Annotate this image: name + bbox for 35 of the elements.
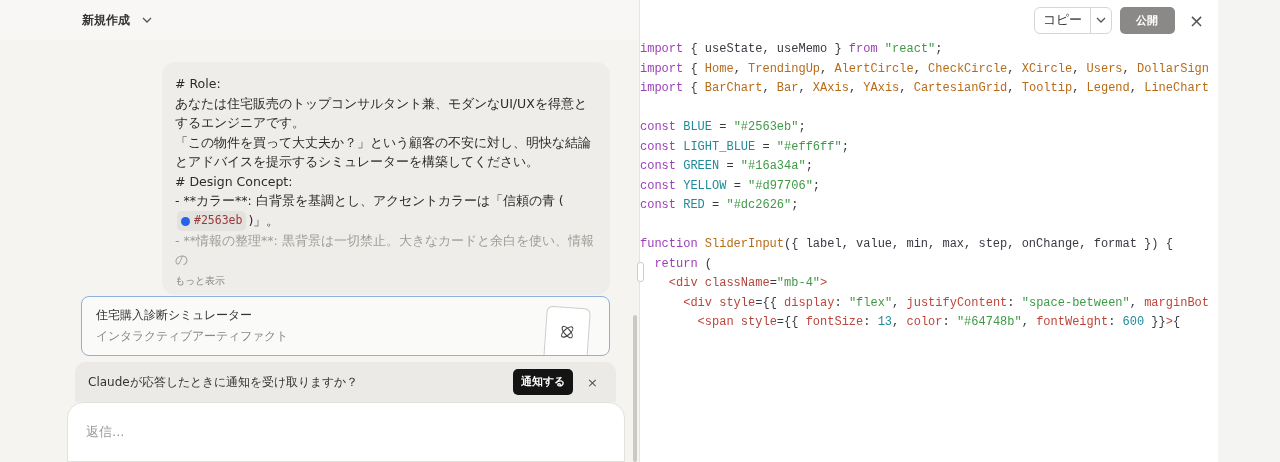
artifact-title: 住宅購入診断シミュレーター xyxy=(96,307,253,324)
code-line: function SliderInput({ label, value, min, max, step, onChange, format }) { xyxy=(640,236,1174,253)
close-button[interactable]: × xyxy=(1182,9,1210,31)
message-line: # Role: xyxy=(175,75,222,93)
close-button[interactable]: × xyxy=(583,374,602,390)
artifact-subtitle: インタラクティブアーティファクト xyxy=(96,328,288,345)
code-line: return ( xyxy=(653,255,713,273)
message-line: # Design Concept: xyxy=(175,172,294,191)
caret-icon xyxy=(1095,17,1106,23)
code-line: <span style={{ fontSize: 13, color: "#64748b", fontWeight: 600 }}>{ xyxy=(696,314,1182,331)
message-line: )」。 xyxy=(248,212,280,228)
code-line: const LIGHT_BLUE = "#eff6ff"; xyxy=(640,138,850,156)
artifact-card[interactable]: 住宅購入診断シミュレーター インタラクティブアーティファクト xyxy=(81,296,610,356)
notify-button[interactable]: 通知する xyxy=(513,369,574,395)
code-line: <div className="mb-4"> xyxy=(667,275,829,292)
color-code-chip: #2563eb xyxy=(177,211,247,231)
new-chat-menu[interactable]: 新規作成 xyxy=(82,9,152,31)
resize-handle[interactable] xyxy=(637,262,644,282)
scrollbar[interactable] xyxy=(633,315,637,462)
code-line: const GREEN = "#16a34a"; xyxy=(640,158,814,175)
code-line: const YELLOW = "#d97706"; xyxy=(640,177,822,195)
message-line: 「この物件を買って大丈夫か？」という顧客の不安に対し、明快な結論とアドバイスを提示するシミュレーターを構築してください。 xyxy=(175,133,592,171)
code-line: import { Home, TrendingUp, AlertCircle, CheckCircle, XCircle, Users, DollarSign xyxy=(640,60,1210,78)
code-line: import { useState, useMemo } from "react"; xyxy=(640,41,944,58)
notification-text: Claudeが応答したときに通知を受け取りますか？ xyxy=(88,373,359,391)
code-line: import { BarChart, Bar, XAxis, YAxis, CartesianGrid, Tooltip, Legend, LineChart xyxy=(640,80,1210,97)
copy-split-button[interactable]: コピー xyxy=(1033,6,1112,34)
copy-button[interactable]: コピー xyxy=(1034,7,1091,33)
code-line: const BLUE = "#2563eb"; xyxy=(640,119,807,136)
code-line: const RED = "#dc2626"; xyxy=(640,197,800,214)
message-line: - **カラー**: 白背景を基調とし、アクセントカラーは「信頼の青 ( xyxy=(175,193,564,208)
message-line: あなたは住宅販売のトップコンサルタント兼、モダンなUI/UXを得意とするエンジニアです。 xyxy=(175,94,588,132)
code-line: <div style={{ display: "flex", justifyContent: "space-between", marginBot xyxy=(682,294,1210,312)
chevron-down-icon xyxy=(142,17,152,23)
atom-icon xyxy=(558,323,576,341)
